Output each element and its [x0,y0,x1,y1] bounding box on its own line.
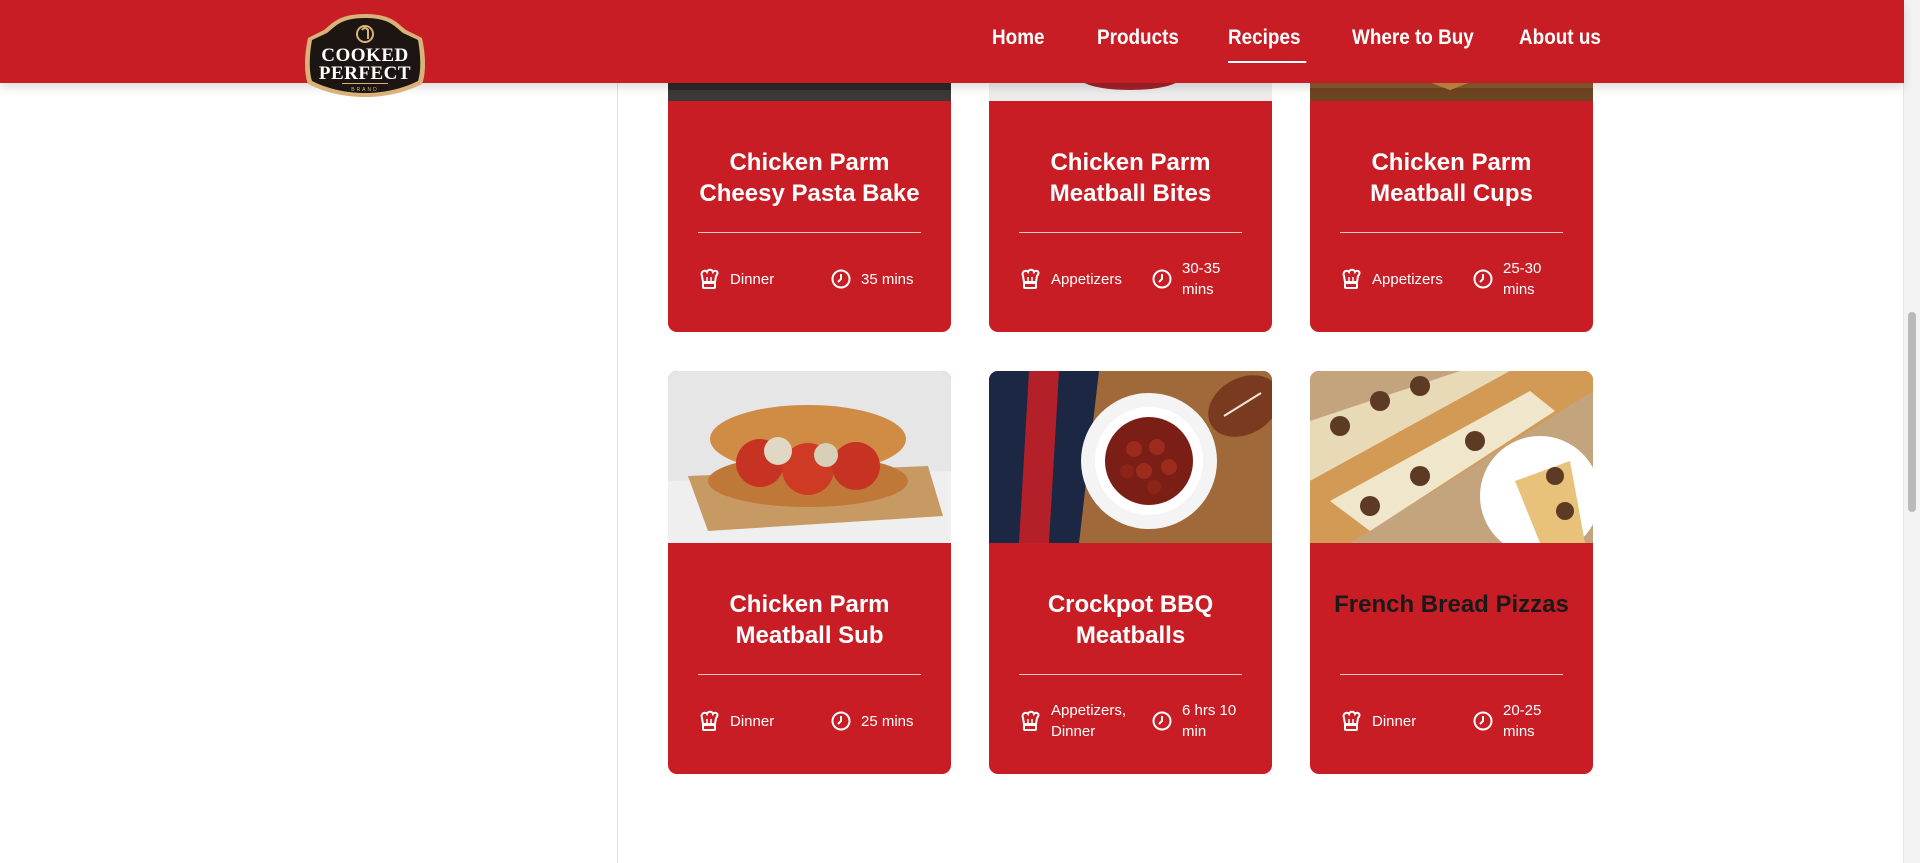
recipe-card[interactable]: French Bread Pizzas Dinner 20-25 mins [1310,371,1593,774]
chef-hat-icon [1021,268,1040,289]
recipe-time: 25 mins [861,712,914,730]
card-divider [1019,674,1242,675]
recipe-time: 35 mins [861,270,914,288]
recipe-photo [1310,371,1593,543]
recipe-category: Dinner [730,270,775,288]
recipe-title[interactable]: Crockpot BBQ Meatballs [1009,589,1252,651]
recipe-title[interactable]: French Bread Pizzas [1330,589,1573,620]
recipe-meta: Dinner 25 mins [698,699,931,743]
nav-home[interactable]: Home [992,26,1045,50]
site-header: Home Products Recipes Where to Buy About… [0,0,1904,83]
logo-text-bottom: PERFECT [319,63,411,84]
recipe-title[interactable]: Chicken Parm Meatball Bites [1009,147,1252,209]
card-divider [1019,232,1242,233]
recipe-category: Dinner [730,712,775,730]
clock-icon [831,711,851,731]
recipe-meta: Appetizers, Dinner 6 hrs 10 min [1019,699,1252,743]
clock-icon [1473,269,1493,289]
recipe-time: 20-25 mins [1503,702,1542,740]
recipe-card[interactable]: Chicken Parm Meatball Cups Appetizers 25… [1310,60,1593,332]
recipe-time: 30-35 mins [1182,260,1221,298]
nav-recipes[interactable]: Recipes [1228,26,1306,63]
clock-icon [831,269,851,289]
nav-about-us[interactable]: About us [1519,26,1601,50]
clock-icon [1473,711,1493,731]
scrollbar-thumb[interactable] [1908,312,1916,512]
recipe-title[interactable]: Chicken Parm Meatball Sub [688,589,931,651]
nav-where-to-buy[interactable]: Where to Buy [1352,26,1474,50]
recipe-category: Dinner [1372,712,1417,730]
logo-text-sub: BRAND [351,87,379,93]
recipe-card[interactable]: Crockpot BBQ Meatballs Appetizers, Dinne… [989,371,1272,774]
card-divider [698,674,921,675]
recipe-title[interactable]: Chicken Parm Cheesy Pasta Bake [688,147,931,209]
card-divider [1340,674,1563,675]
recipe-time: 6 hrs 10 min [1182,702,1237,740]
page-scrollbar[interactable] [1903,0,1920,863]
content-divider [617,83,618,863]
chef-hat-icon [1342,268,1361,289]
recipe-time: 25-30 mins [1503,260,1542,298]
recipe-category: Appetizers [1372,270,1443,288]
recipe-category: Appetizers, Dinner [1051,702,1127,740]
nav-products[interactable]: Products [1097,26,1179,50]
card-divider [698,232,921,233]
brand-logo[interactable]: COOKED PERFECT BRAND [302,12,428,98]
recipe-title[interactable]: Chicken Parm Meatball Cups [1330,147,1573,209]
chef-hat-icon [1021,710,1040,731]
recipe-meta: Dinner 35 mins [698,257,931,301]
recipe-card[interactable]: Chicken Parm Meatball Bites Appetizers 3… [989,60,1272,332]
recipe-category: Appetizers [1051,270,1122,288]
recipe-meta: Dinner 20-25 mins [1340,699,1573,743]
recipe-card[interactable]: Chicken Parm Cheesy Pasta Bake Dinner 35… [668,60,951,332]
clock-icon [1152,269,1172,289]
recipe-photo [668,371,951,543]
main-nav: Home Products Recipes Where to Buy About… [0,0,1904,83]
clock-icon [1152,711,1172,731]
recipe-card[interactable]: Chicken Parm Meatball Sub Dinner 25 mins [668,371,951,774]
chef-hat-icon [700,268,719,289]
chef-hat-icon [700,710,719,731]
recipe-meta: Appetizers 30-35 mins [1019,257,1252,301]
recipe-photo [989,371,1272,543]
chef-hat-icon [1342,710,1361,731]
recipe-meta: Appetizers 25-30 mins [1340,257,1573,301]
card-divider [1340,232,1563,233]
